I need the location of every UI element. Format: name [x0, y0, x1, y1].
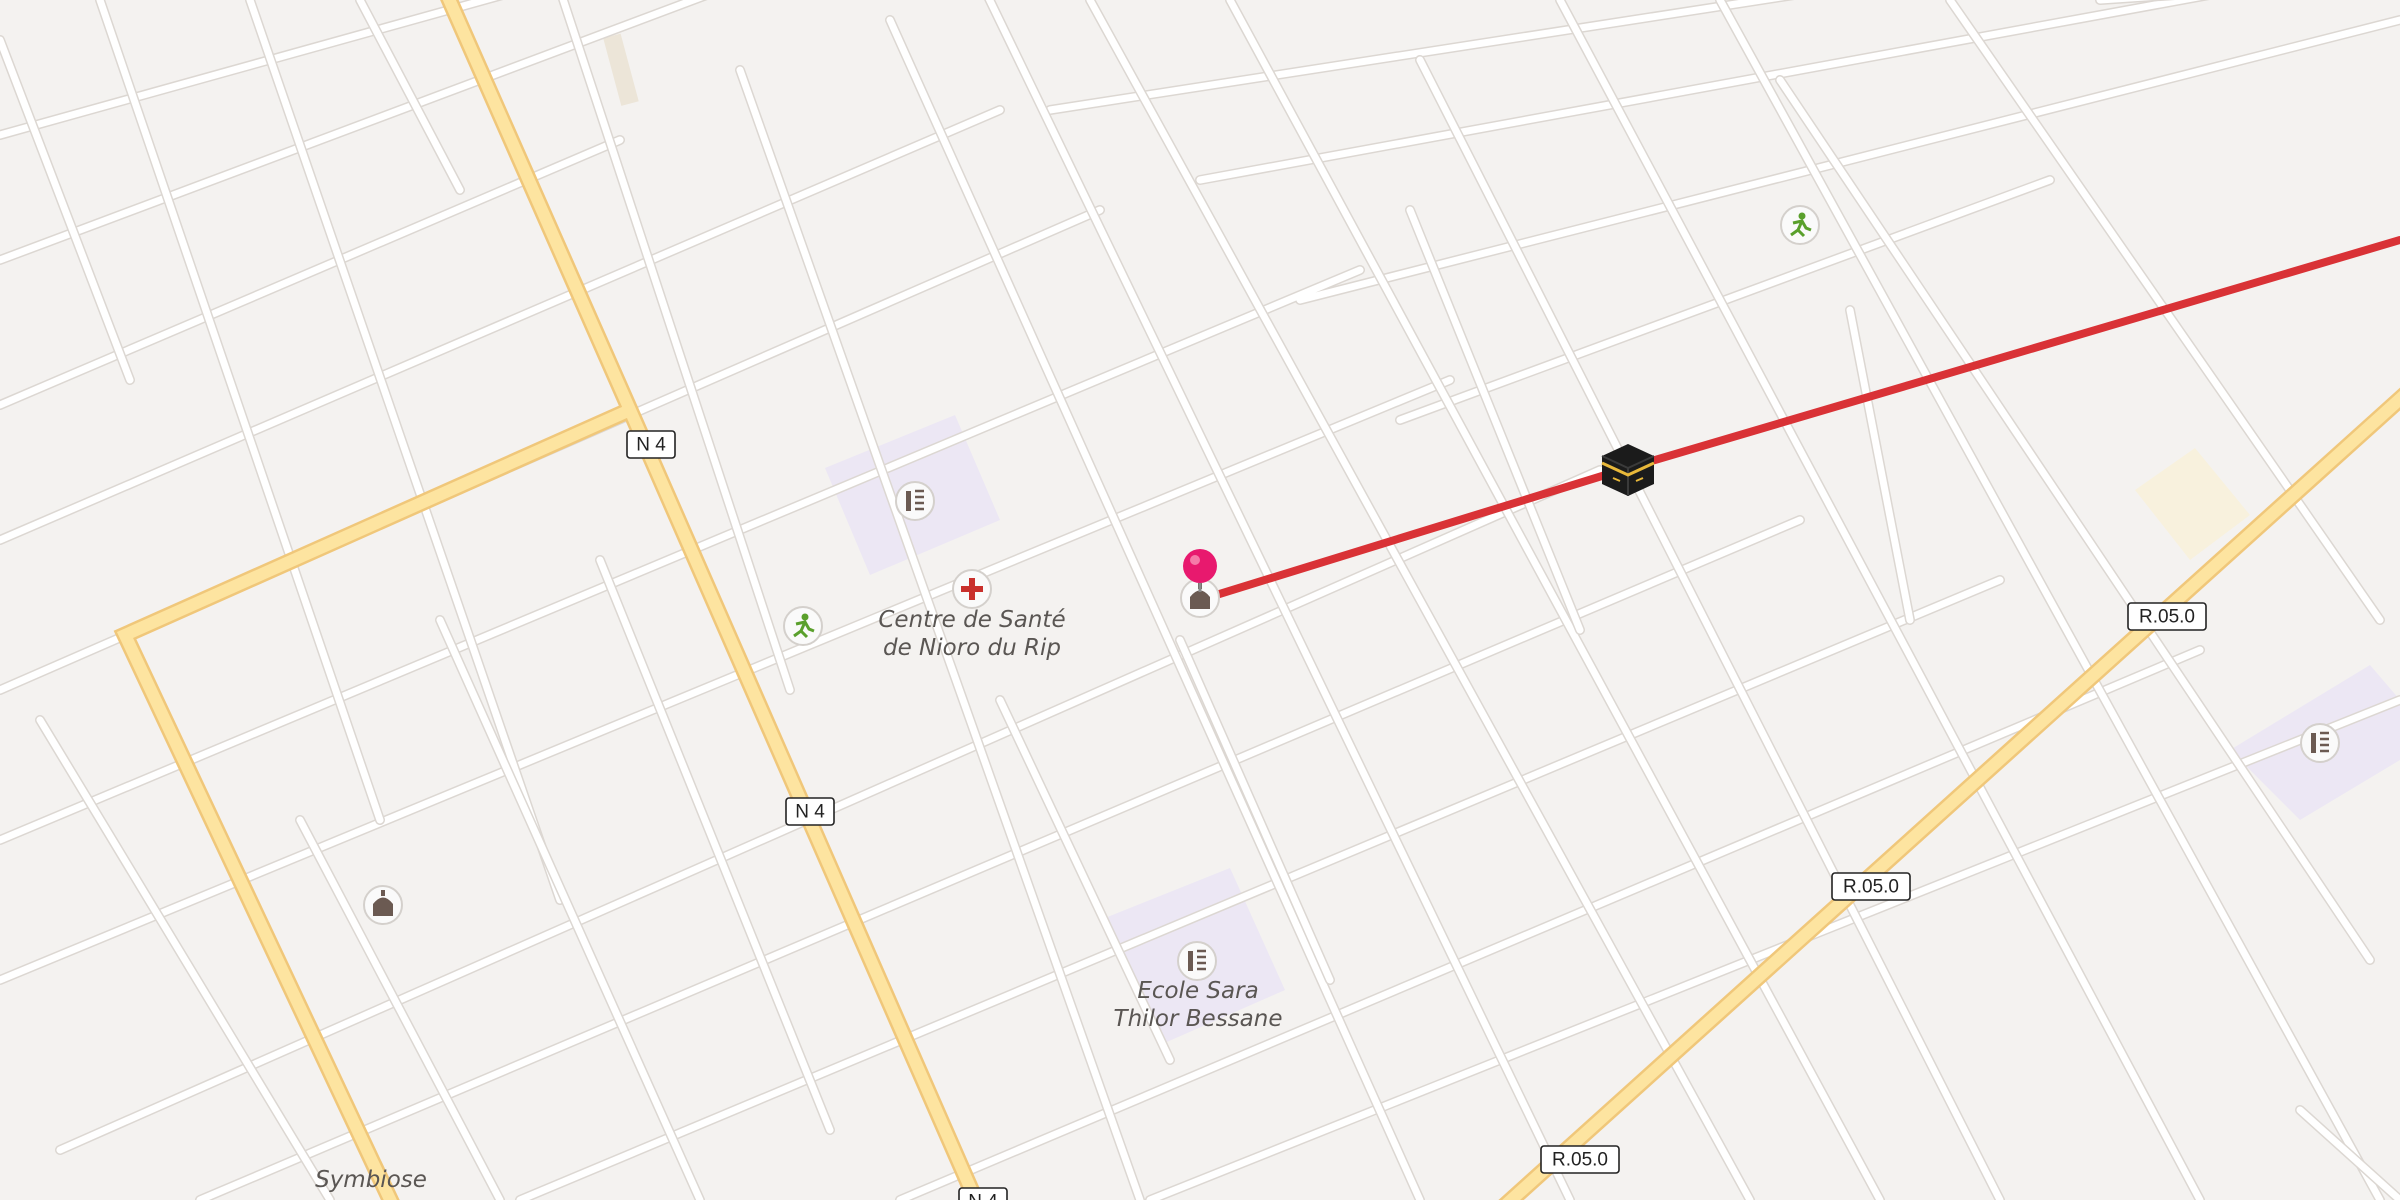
health-cross-icon[interactable]: [952, 569, 992, 609]
land-use-areas: [603, 33, 2400, 1045]
svg-text:R.05.0: R.05.0: [1552, 1150, 1608, 1171]
road-shield-n4-south: N 4: [958, 1187, 1008, 1200]
svg-text:R.05.0: R.05.0: [1843, 877, 1899, 898]
school-icon[interactable]: [1177, 941, 1217, 981]
svg-text:N 4: N 4: [795, 802, 825, 823]
place-label-health-center-line1: Centre de Santé: [878, 607, 1065, 633]
mosque-icon[interactable]: [363, 885, 403, 925]
route-line[interactable]: [1196, 236, 2400, 604]
school-icon[interactable]: [895, 481, 935, 521]
road-shield-n4-north: N 4: [626, 430, 676, 459]
place-label-symbiose: Symbiose: [315, 1167, 427, 1193]
road-shield-n4-center: N 4: [785, 797, 835, 826]
road-shield-r050-center: R.05.0: [1831, 872, 1911, 901]
svg-text:N 4: N 4: [968, 1192, 998, 1200]
building: [603, 33, 639, 106]
place-label-health-center-line2: de Nioro du Rip: [883, 635, 1061, 661]
place-label-school-line2: Thilor Bessane: [1114, 1006, 1283, 1032]
place-label-school-line1: Ecole Sara: [1137, 978, 1258, 1004]
sports-pitch-icon[interactable]: [783, 606, 823, 646]
road-shield-r050-east: R.05.0: [2127, 602, 2207, 631]
sports-pitch-icon[interactable]: [1780, 205, 1820, 245]
school-icon[interactable]: [2300, 723, 2340, 763]
svg-text:R.05.0: R.05.0: [2139, 607, 2195, 628]
map-canvas[interactable]: N 4 N 4 N 4 R.05.0 R.05.0 R.05.0: [0, 0, 2400, 1200]
route[interactable]: [1196, 236, 2400, 604]
road-shield-r050-south: R.05.0: [1540, 1145, 1620, 1174]
kaaba-icon[interactable]: [1601, 444, 1655, 496]
svg-text:N 4: N 4: [636, 435, 666, 456]
